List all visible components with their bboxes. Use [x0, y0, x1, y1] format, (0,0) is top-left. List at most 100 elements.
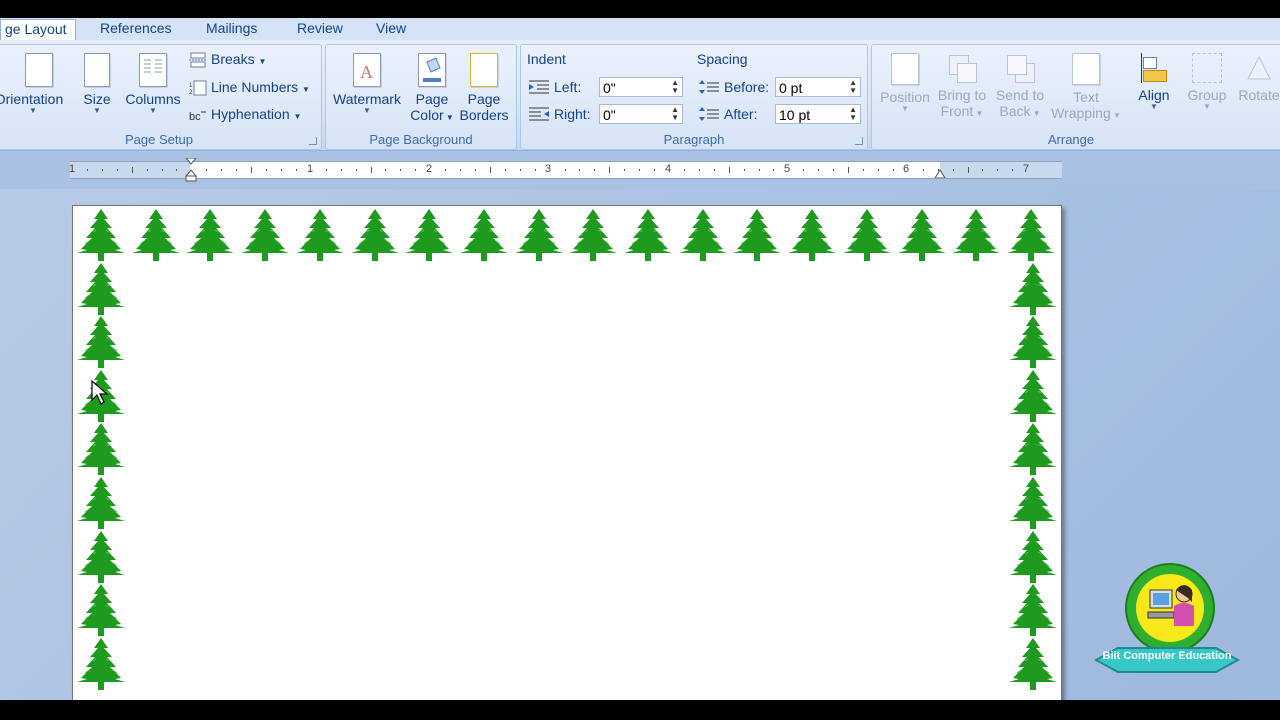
right-indent-marker-icon[interactable]	[933, 166, 947, 178]
ruler-tick	[698, 169, 700, 171]
indent-title: Indent	[527, 51, 566, 67]
line-numbers-icon: 12	[189, 80, 207, 96]
line-numbers-label: Line Numbers	[211, 79, 299, 95]
text-wrapping-label-1: Text	[1073, 89, 1099, 105]
indent-left-input[interactable]: 0" ▲ ▼	[599, 77, 683, 97]
send-to-back-label-1: Send to	[995, 87, 1045, 103]
page-borders-label-1: Page	[467, 91, 501, 107]
ruler-tick	[892, 169, 894, 171]
spacing-before-input[interactable]: 0 pt ▲ ▼	[775, 77, 861, 97]
indent-marker-icon[interactable]	[184, 158, 198, 182]
tree-icon	[240, 208, 290, 262]
align-button[interactable]: Align ▼	[1130, 53, 1178, 111]
group-button[interactable]: Group ▼	[1182, 53, 1232, 111]
spinner-icon[interactable]: ▲ ▼	[849, 79, 857, 95]
ruler-tick	[474, 169, 476, 171]
ruler-tick	[280, 169, 282, 171]
ruler-tick	[922, 169, 924, 171]
page-borders-label-2: Borders	[459, 107, 509, 123]
page-color-button[interactable]: Page Color ▼	[410, 53, 454, 126]
text-wrapping-button[interactable]: Text Wrapping ▼	[1048, 53, 1124, 124]
ruler-number: 4	[665, 163, 672, 175]
tree-icon	[1008, 476, 1058, 530]
group-label: Group	[1187, 87, 1227, 103]
tree-icon	[76, 315, 126, 369]
chevron-down-icon: ▼	[1203, 102, 1211, 111]
tree-icon	[1008, 369, 1058, 423]
rotate-button[interactable]: Rotate	[1234, 53, 1280, 103]
line-numbers-button[interactable]: 1 2 Line Numbers ▼	[189, 77, 310, 97]
ruler-number: 5	[784, 163, 791, 175]
ribbon: Orientation ▼ Size ▼ Columns ▼ Breaks ▼ …	[0, 40, 1280, 151]
send-to-back-button[interactable]: Send to Back ▼	[992, 53, 1048, 122]
breaks-button[interactable]: Breaks ▼	[189, 49, 266, 69]
ruler-tick	[504, 169, 506, 171]
chevron-down-icon: ▼	[93, 106, 101, 115]
chevron-down-icon: ▼	[901, 104, 909, 113]
tab-page-layout[interactable]: ge Layout	[0, 19, 76, 40]
breaks-icon	[189, 52, 207, 68]
dialog-launcher-icon[interactable]	[309, 137, 317, 145]
horizontal-ruler[interactable]: 1 1 2 3 4 5 6 7	[69, 158, 1062, 182]
paragraph-group-label: Paragraph	[663, 132, 725, 147]
ruler-tick	[325, 169, 327, 171]
tree-icon	[76, 422, 126, 476]
indent-left-value: 0"	[603, 80, 616, 96]
columns-button[interactable]: Columns ▼	[123, 53, 183, 115]
tree-icon	[76, 208, 126, 262]
chevron-down-icon: ▼	[29, 106, 37, 115]
indent-right-input[interactable]: 0" ▲ ▼	[599, 104, 683, 124]
biit-logo	[1094, 563, 1240, 673]
ruler-right-margin	[940, 162, 1062, 178]
ruler-tick	[221, 169, 223, 171]
spacing-after-value: 10 pt	[779, 107, 811, 123]
ruler-tick	[863, 169, 865, 171]
page-setup-group-label: Page Setup	[125, 132, 193, 147]
tab-mailings[interactable]: Mailings	[202, 19, 261, 39]
spinner-icon[interactable]: ▲ ▼	[671, 79, 679, 95]
ruler-tick	[445, 169, 447, 171]
ruler-tick	[594, 169, 596, 171]
spinner-icon[interactable]: ▲ ▼	[849, 106, 857, 122]
spacing-after-input[interactable]: 10 pt ▲ ▼	[775, 104, 861, 124]
ruler-tick	[773, 169, 775, 171]
orientation-icon	[25, 53, 53, 87]
ruler-tick	[116, 169, 118, 171]
ruler-tick	[295, 169, 297, 171]
tab-view[interactable]: View	[372, 19, 410, 39]
chevron-down-icon: ▼	[149, 106, 157, 115]
tab-review[interactable]: Review	[293, 19, 347, 39]
watermark-button[interactable]: A Watermark ▼	[330, 53, 404, 115]
chevron-down-icon: ▼	[973, 109, 984, 118]
tree-icon	[951, 208, 1001, 262]
spacing-before-label: Before:	[724, 79, 770, 95]
title-bar	[0, 0, 1280, 18]
hyphenation-button[interactable]: bc Hyphenation ▼	[189, 104, 301, 124]
page-borders-button[interactable]: Page Borders	[458, 53, 510, 123]
chevron-down-icon: ▼	[443, 113, 454, 122]
watermark-icon: A	[353, 53, 381, 87]
spinner-icon[interactable]: ▲ ▼	[671, 106, 679, 122]
spacing-before-value: 0 pt	[779, 80, 803, 96]
size-button[interactable]: Size ▼	[77, 53, 117, 115]
bring-to-front-button[interactable]: Bring to Front ▼	[934, 53, 990, 122]
document-page[interactable]	[72, 205, 1062, 702]
ruler-tick	[534, 169, 536, 171]
ruler-tick	[355, 169, 357, 171]
tree-icon	[76, 262, 126, 316]
chevron-down-icon: ▼	[293, 112, 302, 121]
ruler-tick	[848, 167, 850, 173]
tree-icon	[897, 208, 946, 262]
tab-references[interactable]: References	[96, 19, 176, 39]
tree-icon	[1006, 208, 1056, 262]
tree-icon	[1008, 262, 1058, 316]
tree-icon	[1008, 315, 1058, 369]
ruler-tick	[340, 169, 342, 171]
position-button[interactable]: Position ▼	[876, 53, 934, 113]
size-icon	[84, 53, 110, 87]
ruler-tick	[251, 167, 253, 173]
ruler-tick	[519, 169, 521, 171]
spacing-after-label: After:	[724, 106, 758, 122]
orientation-button[interactable]: Orientation ▼	[0, 53, 69, 115]
arrange-group-label: Arrange	[1047, 132, 1095, 147]
